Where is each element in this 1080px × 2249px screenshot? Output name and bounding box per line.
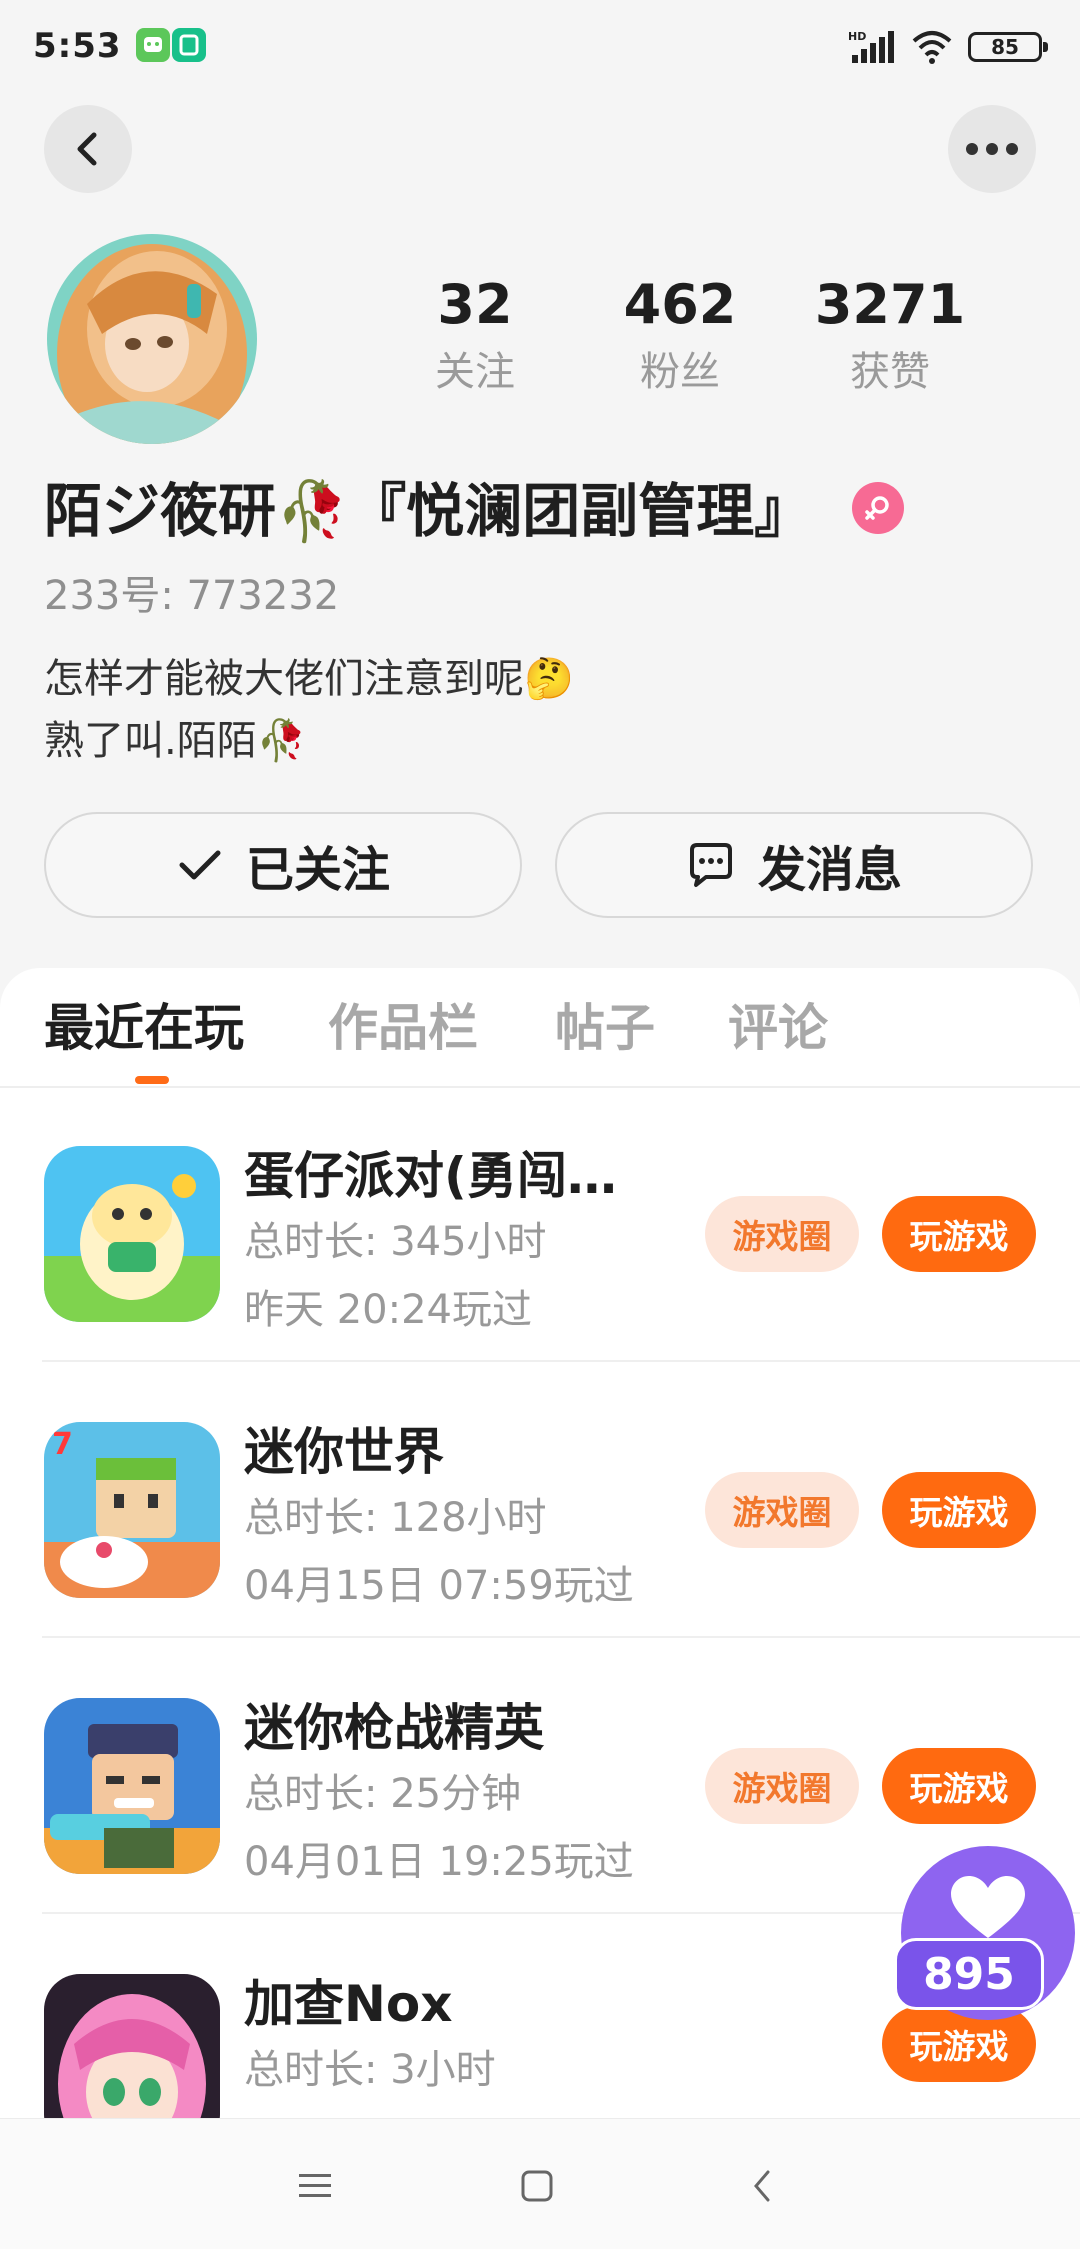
play-game-button[interactable]: 玩游戏 xyxy=(882,1748,1036,1824)
game-last-played: 04月15日 07:59玩过 xyxy=(244,1563,634,1609)
status-bar: 5:53 HD 85 xyxy=(0,0,1080,96)
notification-app-icon xyxy=(136,28,170,62)
message-button-label: 发消息 xyxy=(757,842,902,898)
follow-button[interactable]: 已关注 xyxy=(44,812,522,918)
tab-works[interactable]: 作品栏 xyxy=(328,996,478,1060)
network-type: HD xyxy=(848,30,866,43)
tab-recently-played[interactable]: 最近在玩 xyxy=(44,996,244,1060)
stat-followers-label: 粉丝 xyxy=(640,349,720,395)
home-button[interactable] xyxy=(512,2161,562,2211)
system-back-button[interactable] xyxy=(738,2161,788,2211)
game-duration: 总时长: 128小时 xyxy=(244,1495,547,1541)
back-button[interactable] xyxy=(44,105,132,193)
cellular-signal-icon: HD xyxy=(848,30,894,63)
checkmark-icon xyxy=(179,850,221,880)
profile-bio: 怎样才能被大佬们注意到呢🤔 熟了叫.陌陌🥀 xyxy=(44,648,574,772)
stat-likes[interactable]: 3271 获赞 xyxy=(800,270,980,400)
back-arrow-icon xyxy=(77,132,97,166)
game-title: 迷你枪战精英 xyxy=(244,1699,544,1757)
stat-likes-label: 获赞 xyxy=(850,349,930,395)
back-chevron-icon xyxy=(754,2170,770,2202)
chat-bubble-icon xyxy=(689,843,732,887)
game-title: 蛋仔派对(勇闯… xyxy=(244,1147,617,1205)
game-circle-button[interactable]: 游戏圈 xyxy=(705,1472,859,1548)
play-game-button[interactable]: 玩游戏 xyxy=(882,1196,1036,1272)
follow-button-label: 已关注 xyxy=(245,842,390,898)
game-icon-mini-world[interactable]: 7 xyxy=(44,1422,220,1598)
game-title: 迷你世界 xyxy=(244,1423,444,1481)
game-circle-button[interactable]: 游戏圈 xyxy=(705,1196,859,1272)
recent-apps-button[interactable] xyxy=(290,2161,340,2211)
battery-indicator: 85 xyxy=(968,32,1048,62)
game-last-played: 04月01日 19:25玩过 xyxy=(244,1839,634,1885)
game-icon-mini-gunfight[interactable] xyxy=(44,1698,220,1874)
stat-following-count: 32 xyxy=(437,273,513,336)
game-row[interactable]: 蛋仔派对(勇闯… 总时长: 345小时 昨天 20:24玩过 游戏圈 玩游戏 xyxy=(42,1086,1080,1362)
game-duration: 总时长: 25分钟 xyxy=(244,1771,522,1817)
avatar[interactable] xyxy=(47,234,257,444)
message-button[interactable]: 发消息 xyxy=(555,812,1033,918)
game-title: 加查Nox xyxy=(244,1975,453,2033)
user-id: 233号: 773232 xyxy=(44,573,340,619)
game-icon-eggy-party[interactable] xyxy=(44,1146,220,1322)
notification-app-icon xyxy=(172,28,206,62)
game-last-played: 昨天 20:24玩过 xyxy=(244,1287,532,1333)
stat-followers[interactable]: 462 粉丝 xyxy=(590,270,770,400)
game-duration: 总时长: 345小时 xyxy=(244,1219,547,1265)
game-circle-button[interactable]: 游戏圈 xyxy=(705,1748,859,1824)
bio-line: 怎样才能被大佬们注意到呢🤔 xyxy=(44,656,574,702)
svg-text:7: 7 xyxy=(52,1427,73,1462)
profile-name: 陌ジ筱研🥀『悦澜团副管理』 xyxy=(44,477,813,545)
stat-followers-count: 462 xyxy=(623,273,737,336)
like-floating-button[interactable]: 895 xyxy=(894,1846,1075,2020)
status-time: 5:53 xyxy=(33,26,122,66)
system-navigation-bar xyxy=(0,2118,1080,2249)
tab-bar: 最近在玩 作品栏 帖子 评论 xyxy=(0,968,1080,1088)
bio-line: 熟了叫.陌陌🥀 xyxy=(44,718,307,764)
play-game-button[interactable]: 玩游戏 xyxy=(882,1472,1036,1548)
like-count: 895 xyxy=(894,1938,1044,2010)
tab-comments[interactable]: 评论 xyxy=(728,996,828,1060)
stat-likes-count: 3271 xyxy=(814,273,966,336)
game-duration: 总时长: 3小时 xyxy=(244,2047,496,2093)
game-row[interactable]: 7 迷你世界 总时长: 128小时 04月15日 07:59玩过 游戏圈 玩游戏 xyxy=(42,1362,1080,1638)
game-icon-gacha-nox[interactable] xyxy=(44,1974,220,2118)
stat-following[interactable]: 32 关注 xyxy=(385,270,565,400)
tab-posts[interactable]: 帖子 xyxy=(555,996,655,1060)
female-gender-icon xyxy=(852,482,904,534)
more-dots-icon xyxy=(966,143,1018,155)
home-square-icon xyxy=(521,2170,553,2202)
wifi-icon xyxy=(912,31,952,64)
more-button[interactable] xyxy=(948,105,1036,193)
menu-icon xyxy=(299,2174,331,2197)
status-indicators: HD 85 xyxy=(848,22,1048,72)
active-tab-indicator xyxy=(135,1076,169,1084)
stat-following-label: 关注 xyxy=(435,349,515,395)
